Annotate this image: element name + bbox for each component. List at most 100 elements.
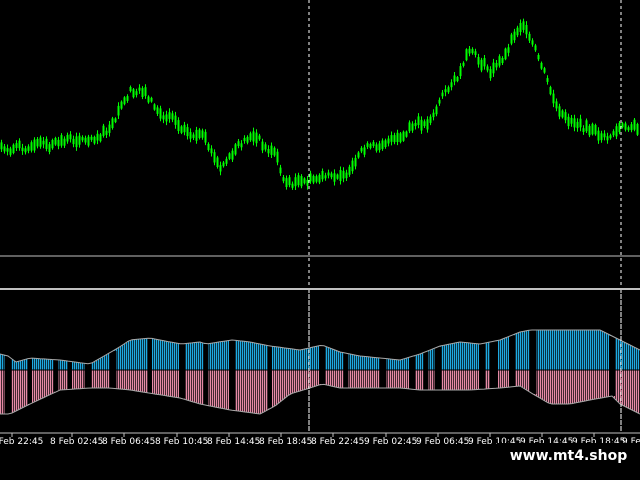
candle-body [303, 178, 306, 184]
candle-body [552, 93, 555, 104]
candle-body [285, 178, 288, 187]
candle-body [30, 142, 33, 151]
candle-body [312, 175, 315, 183]
candle-body [150, 97, 153, 102]
candle-body [474, 51, 477, 55]
candle-body [378, 143, 381, 151]
candle-body [447, 87, 450, 93]
candle-body [42, 140, 45, 145]
candle-body [363, 147, 366, 155]
candle-body [45, 138, 48, 149]
candle-body [255, 132, 258, 144]
candle-body [114, 118, 117, 123]
candle-body [3, 146, 6, 152]
candle-body [483, 58, 486, 67]
candle-body [636, 124, 639, 135]
candle-body [267, 149, 270, 154]
candle-body [141, 88, 144, 97]
candle-body [9, 148, 12, 155]
histogram-gap [379, 358, 387, 388]
candle-body [465, 49, 468, 61]
candle-body [318, 174, 321, 183]
candle-body [66, 134, 69, 142]
histogram-gap [148, 338, 152, 394]
candle-body [354, 157, 357, 167]
candle-body [222, 162, 225, 167]
candle-body [426, 119, 429, 130]
candle-body [609, 135, 612, 139]
candle-body [219, 165, 222, 172]
candle-body [237, 141, 240, 146]
candle-body [282, 177, 285, 182]
candle-body [537, 55, 540, 60]
candle-body [180, 126, 183, 133]
candle-body [54, 138, 57, 145]
candle-body [123, 97, 126, 105]
candle-body [159, 108, 162, 119]
candle-body [78, 135, 81, 145]
time-axis-label: 8 Feb 22:45 [311, 437, 364, 447]
histogram-gap [529, 330, 537, 394]
candle-body [360, 147, 363, 152]
candle-body [60, 135, 63, 146]
candle-body [513, 31, 516, 41]
candle-body [480, 59, 483, 71]
candle-body [399, 133, 402, 143]
candle-body [453, 75, 456, 82]
histogram-gap [343, 353, 349, 388]
candle-body [225, 158, 228, 164]
candle-body [186, 127, 189, 137]
candle-body [321, 171, 324, 180]
candle-body [183, 124, 186, 133]
candle-body [579, 118, 582, 128]
candle-body [615, 126, 618, 137]
candle-body [228, 153, 231, 159]
candle-body [165, 114, 168, 122]
trading-chart[interactable]: 8 Feb 22:458 Feb 02:458 Feb 06:458 Feb 1… [0, 0, 640, 480]
candle-body [396, 132, 399, 142]
candle-body [621, 123, 624, 128]
time-axis-label: 8 Feb 02:45 [50, 437, 103, 447]
candle-body [126, 96, 129, 101]
candle-body [576, 121, 579, 129]
candle-body [417, 116, 420, 125]
candle-body [33, 139, 36, 151]
candle-body [249, 133, 252, 141]
histogram-gap [423, 351, 429, 390]
candle-body [258, 135, 261, 140]
candle-body [369, 143, 372, 149]
candle-body [39, 137, 42, 147]
candle-body [492, 62, 495, 74]
candle-body [405, 131, 408, 137]
candle-body [276, 151, 279, 163]
candle-body [501, 58, 504, 63]
candle-body [105, 130, 108, 135]
histogram-gap [68, 361, 72, 390]
candle-body [366, 143, 369, 147]
histogram-gap [434, 346, 442, 390]
candle-body [546, 78, 549, 82]
candle-body [630, 124, 633, 131]
candle-body [633, 119, 636, 130]
candle-body [261, 141, 264, 151]
candle-body [279, 167, 282, 174]
histogram-gap [4, 356, 12, 414]
candle-body [468, 48, 471, 54]
candle-body [132, 89, 135, 98]
candle-body [252, 131, 255, 142]
candle-body [177, 120, 180, 131]
candle-body [573, 118, 576, 128]
candle-body [162, 115, 165, 120]
candle-body [315, 176, 318, 182]
time-axis-label: 9 Feb 02:45 [364, 437, 417, 447]
candle-body [504, 48, 507, 60]
candle-body [591, 123, 594, 135]
candle-body [384, 140, 387, 147]
candle-body [327, 172, 330, 176]
candle-body [102, 125, 105, 136]
candle-body [408, 122, 411, 132]
candle-body [549, 87, 552, 95]
candle-body [486, 66, 489, 71]
candle-body [606, 136, 609, 141]
candle-body [603, 133, 606, 138]
